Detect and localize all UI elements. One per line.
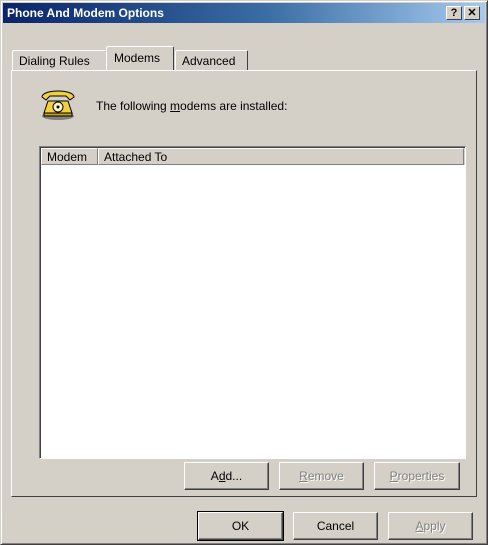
column-header-attached-to[interactable]: Attached To	[98, 148, 464, 165]
list-header: Modem Attached To	[41, 148, 465, 165]
tab-dialing-rules[interactable]: Dialing Rules	[12, 50, 107, 70]
tab-label: Modems	[114, 51, 161, 65]
window-title: Phone And Modem Options	[7, 6, 164, 20]
ok-button[interactable]: OK	[197, 511, 284, 541]
tab-advanced[interactable]: Advanced	[175, 50, 248, 70]
apply-button[interactable]: Apply	[388, 512, 473, 540]
close-button[interactable]: ✕	[464, 6, 480, 20]
column-header-modem[interactable]: Modem	[41, 148, 98, 165]
cancel-button[interactable]: Cancel	[293, 512, 378, 540]
properties-button[interactable]: Properties	[374, 462, 460, 490]
help-button[interactable]: ?	[446, 6, 462, 20]
tab-modems[interactable]: Modems	[106, 46, 174, 70]
tab-label: Dialing Rules	[19, 54, 90, 68]
modems-tab-panel: The following modems are installed: Mode…	[11, 70, 477, 497]
add-button[interactable]: Add...	[184, 462, 269, 490]
installed-modems-label: The following modems are installed:	[96, 99, 288, 113]
remove-button[interactable]: Remove	[279, 462, 364, 490]
telephone-icon	[41, 90, 75, 120]
modems-list[interactable]: Modem Attached To	[39, 146, 466, 459]
title-bar[interactable]: Phone And Modem Options ? ✕	[3, 3, 485, 23]
tab-label: Advanced	[182, 54, 236, 68]
phone-modem-options-dialog: Phone And Modem Options ? ✕ Dialing Rule…	[0, 0, 488, 545]
